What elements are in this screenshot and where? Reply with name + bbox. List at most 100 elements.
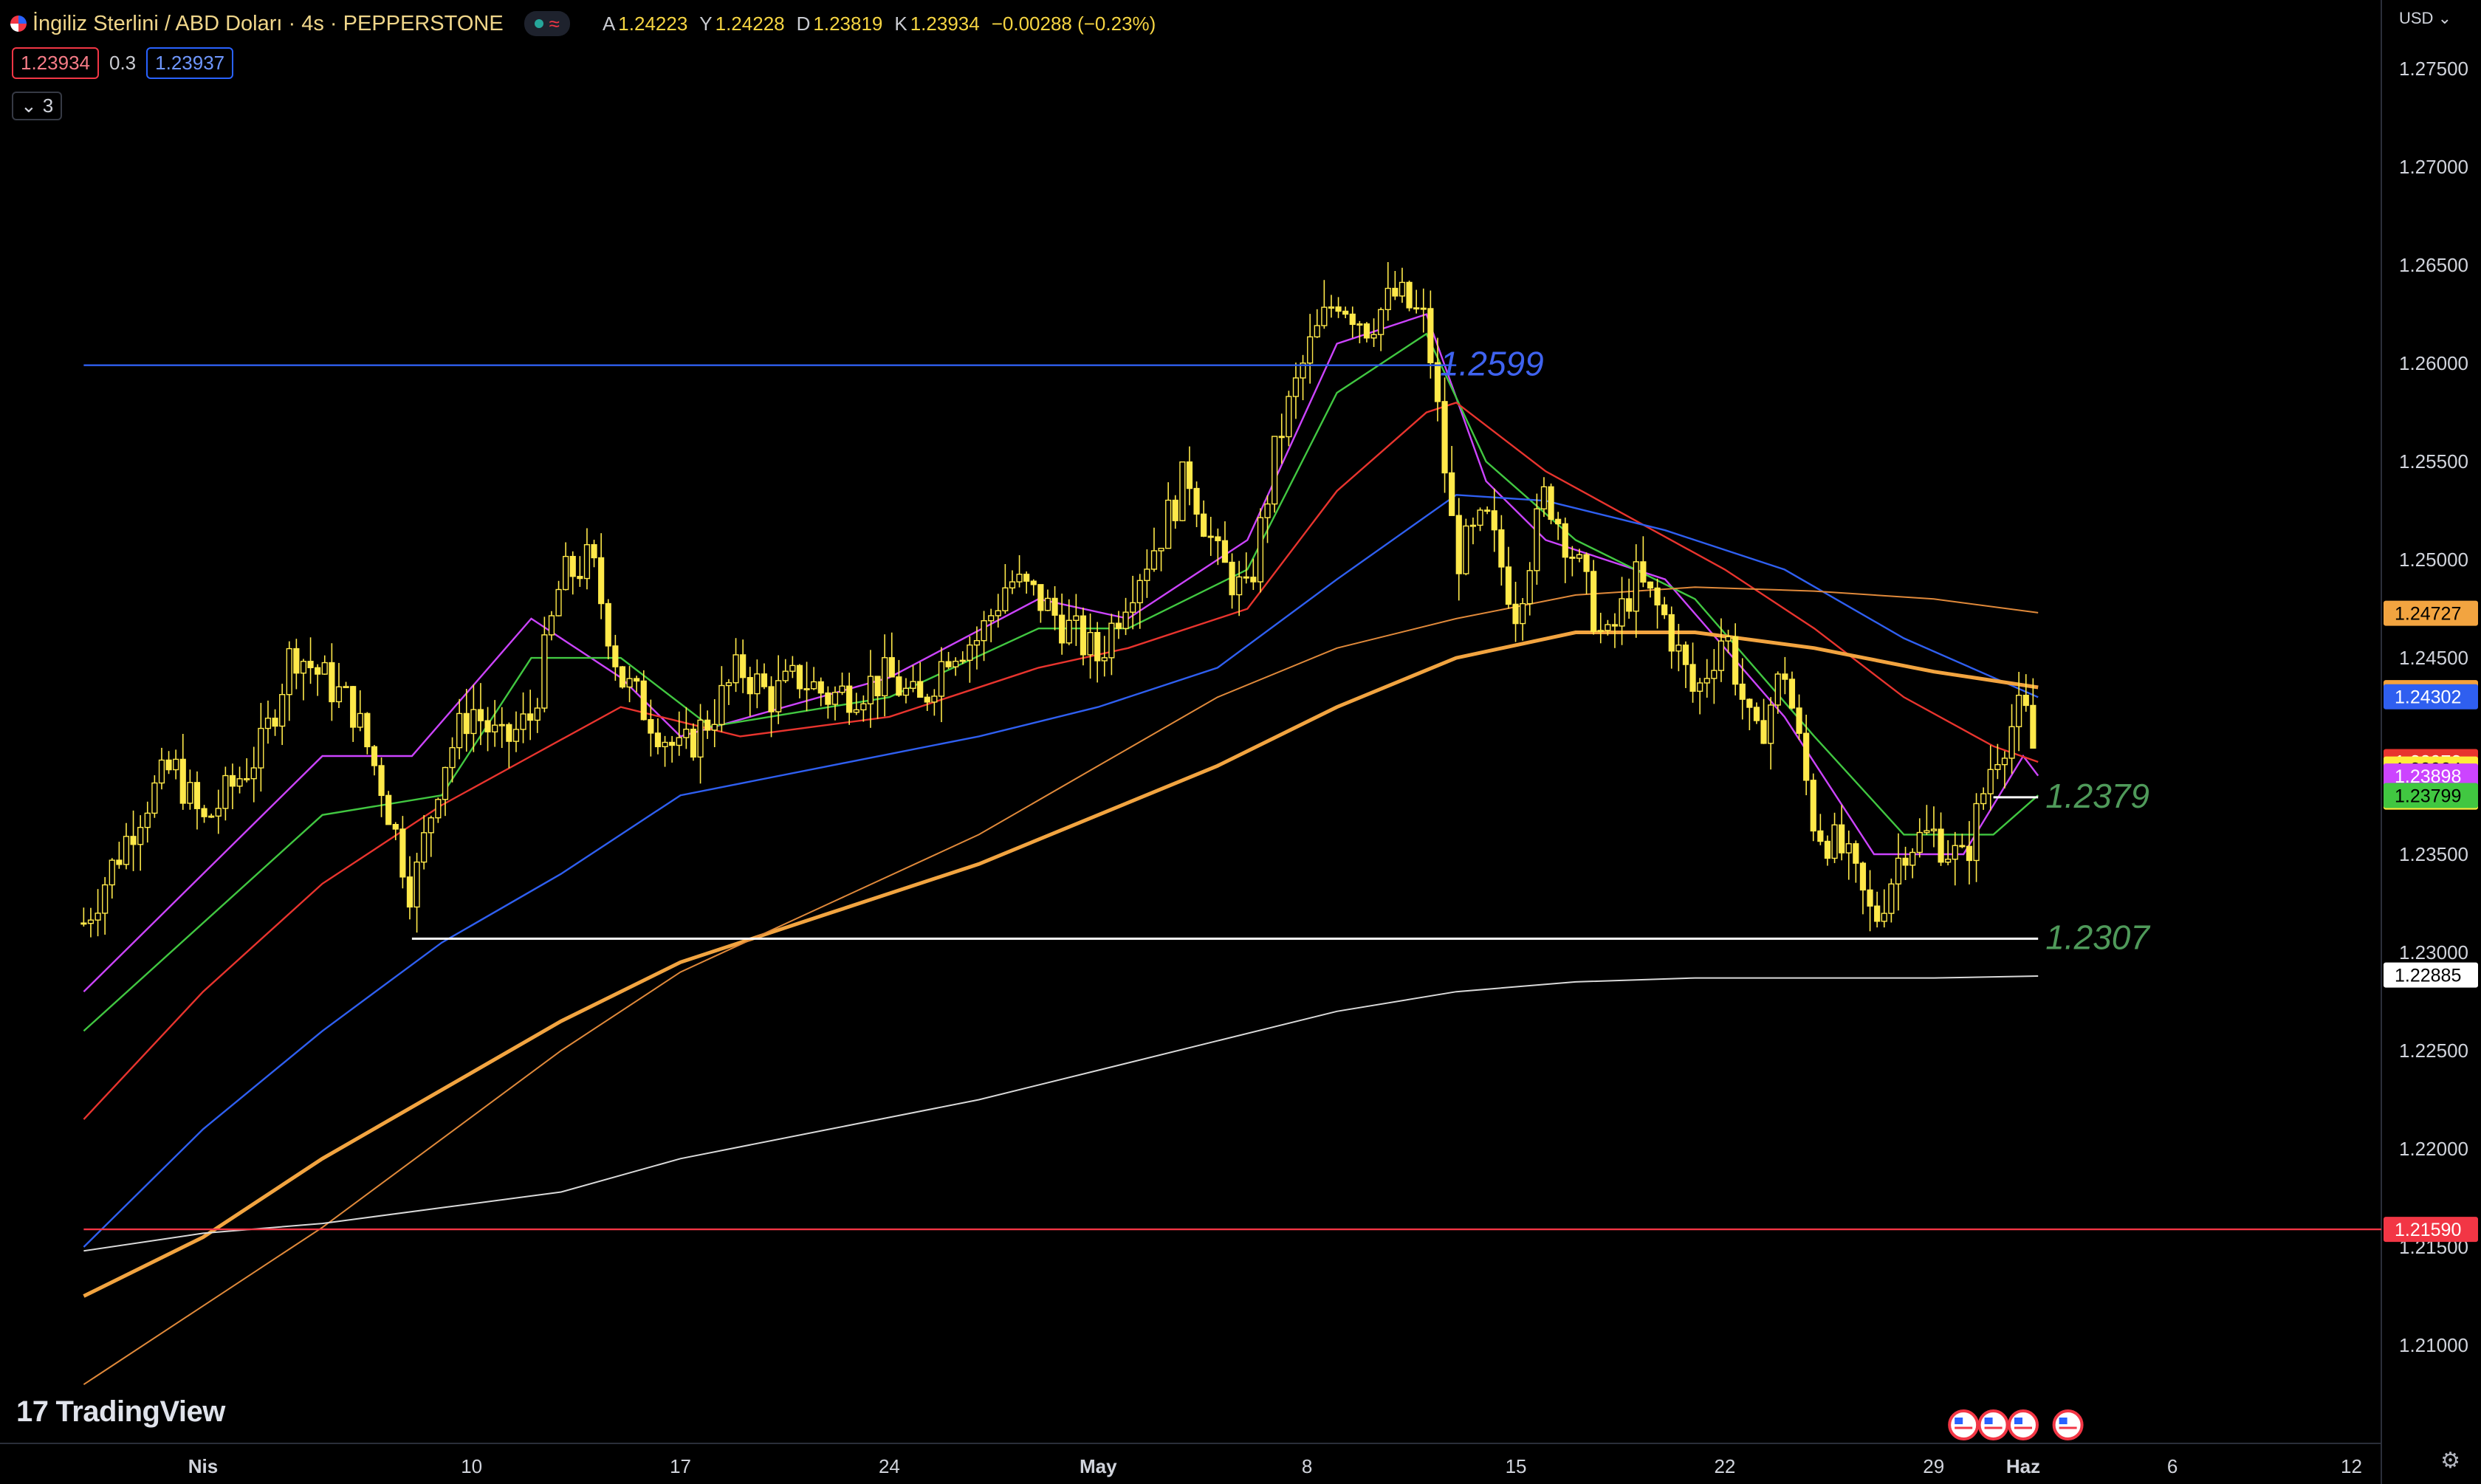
us-flag-event-icon[interactable]: [2008, 1409, 2039, 1440]
candle-body: [130, 836, 137, 845]
price-chart[interactable]: 1.2599 1.2307 1.2379 1.27500 1.27000 1.26500 1…: [0, 0, 2481, 1484]
candle-body: [1774, 673, 1781, 706]
candle-body: [1307, 336, 1314, 364]
candle-body: [1172, 499, 1178, 521]
symbol-title[interactable]: İngiliz Sterlini / ABD Doları · 4s · PEP…: [32, 12, 504, 36]
candle-body: [1824, 840, 1831, 859]
candle-body: [1512, 603, 1519, 625]
candle-body: [732, 654, 739, 684]
candle-body: [874, 676, 881, 697]
candle-body: [1455, 515, 1462, 574]
gear-icon[interactable]: ⚙: [2440, 1448, 2460, 1474]
candle-body: [825, 692, 831, 705]
candle-body: [272, 718, 278, 727]
bid-price-button[interactable]: 1.23934: [12, 47, 99, 79]
candle-body: [1902, 857, 1909, 866]
candle-body: [1796, 707, 1802, 734]
market-status-pill[interactable]: ≈: [524, 11, 570, 36]
candle-body: [754, 673, 761, 695]
candle-body: [967, 644, 973, 662]
candle-body: [293, 647, 300, 674]
candle-body: [307, 661, 314, 669]
candle-body: [492, 724, 498, 732]
candle-body: [258, 727, 264, 769]
candle-body: [1278, 436, 1285, 439]
candle-body: [2008, 726, 2015, 759]
currency-selector[interactable]: USD ⌄: [2399, 9, 2451, 28]
candle-body: [902, 687, 910, 696]
y-tick-label: 1.22500: [2399, 1040, 2468, 1062]
us-flag-event-icon[interactable]: [1977, 1409, 2009, 1440]
candle-body: [1952, 845, 1958, 860]
candle-body: [1229, 561, 1235, 596]
candle-body: [123, 836, 130, 865]
ohlc-key: A: [602, 12, 616, 35]
candle-body: [1548, 486, 1554, 521]
candle-body: [329, 662, 335, 703]
price-label-text: 1.24302: [2395, 687, 2461, 708]
candle-body: [1576, 554, 1583, 559]
candle-body: [782, 670, 789, 681]
candle-body: [158, 759, 165, 784]
us-flag-event-icon[interactable]: [1948, 1409, 1980, 1440]
candle-body: [1633, 561, 1639, 612]
candle-body: [598, 557, 605, 605]
candle-body: [605, 602, 611, 647]
ask-price-button[interactable]: 1.23937: [146, 47, 234, 79]
candle-body: [1250, 577, 1257, 583]
y-tick-label: 1.25000: [2399, 549, 2468, 571]
chart-header: İngiliz Sterlini / ABD Doları · 4s · PEP…: [10, 9, 1167, 38]
candle-body: [768, 686, 775, 712]
quote-row: 1.23934 0.3 1.23937: [12, 47, 234, 79]
candlestick-series: [80, 262, 2036, 938]
candle-body: [1150, 550, 1158, 570]
candle-body: [1449, 472, 1455, 516]
candle-body: [435, 799, 442, 819]
candle-body: [1945, 859, 1952, 863]
indicators-toggle[interactable]: ⌄ 3: [12, 92, 63, 120]
candle-body: [506, 724, 512, 742]
candle-body: [1186, 461, 1193, 489]
candle-body: [938, 661, 945, 697]
candle-body: [1867, 889, 1873, 907]
us-flag-event-icon[interactable]: [2052, 1409, 2084, 1440]
candle-body: [1654, 587, 1661, 606]
moving-average-line: [83, 332, 2039, 1032]
candle-body: [1739, 683, 1746, 700]
candle-body: [1768, 704, 1774, 744]
candle-body: [463, 712, 470, 735]
candle-body: [1959, 845, 1966, 848]
candle-body: [1314, 325, 1320, 337]
candle-body: [1966, 845, 1973, 862]
candle-body: [315, 667, 321, 675]
x-tick-label: 15: [1506, 1455, 1527, 1477]
candle-body: [1236, 576, 1243, 596]
candle-body: [1179, 461, 1186, 521]
x-tick-label: Nis: [188, 1455, 218, 1477]
candle-body: [888, 657, 895, 678]
candle-body: [563, 555, 569, 591]
candle-body: [1909, 851, 1916, 866]
candle-body: [1839, 824, 1845, 853]
candle-body: [634, 678, 640, 682]
candle-body: [378, 765, 385, 797]
candle-body: [803, 688, 810, 690]
candle-body: [1243, 576, 1249, 579]
x-tick-label: 22: [1714, 1455, 1735, 1477]
candle-body: [718, 684, 725, 725]
moving-average-line: [83, 975, 2039, 1252]
candle-body: [931, 695, 938, 703]
y-tick-label: 1.23500: [2399, 843, 2468, 865]
y-tick-label: 1.26000: [2399, 352, 2468, 374]
candle-body: [775, 680, 782, 712]
ohlc-key: Y: [699, 12, 713, 35]
x-tick-label: 10: [461, 1455, 482, 1477]
candle-body: [1363, 323, 1370, 339]
candle-body: [1030, 580, 1037, 585]
candle-body: [1817, 830, 1824, 842]
candle-body: [477, 709, 484, 721]
y-tick-label: 1.27500: [2399, 58, 2468, 80]
candle-body: [456, 712, 463, 749]
candle-body: [867, 676, 874, 704]
candle-body: [1009, 581, 1016, 588]
